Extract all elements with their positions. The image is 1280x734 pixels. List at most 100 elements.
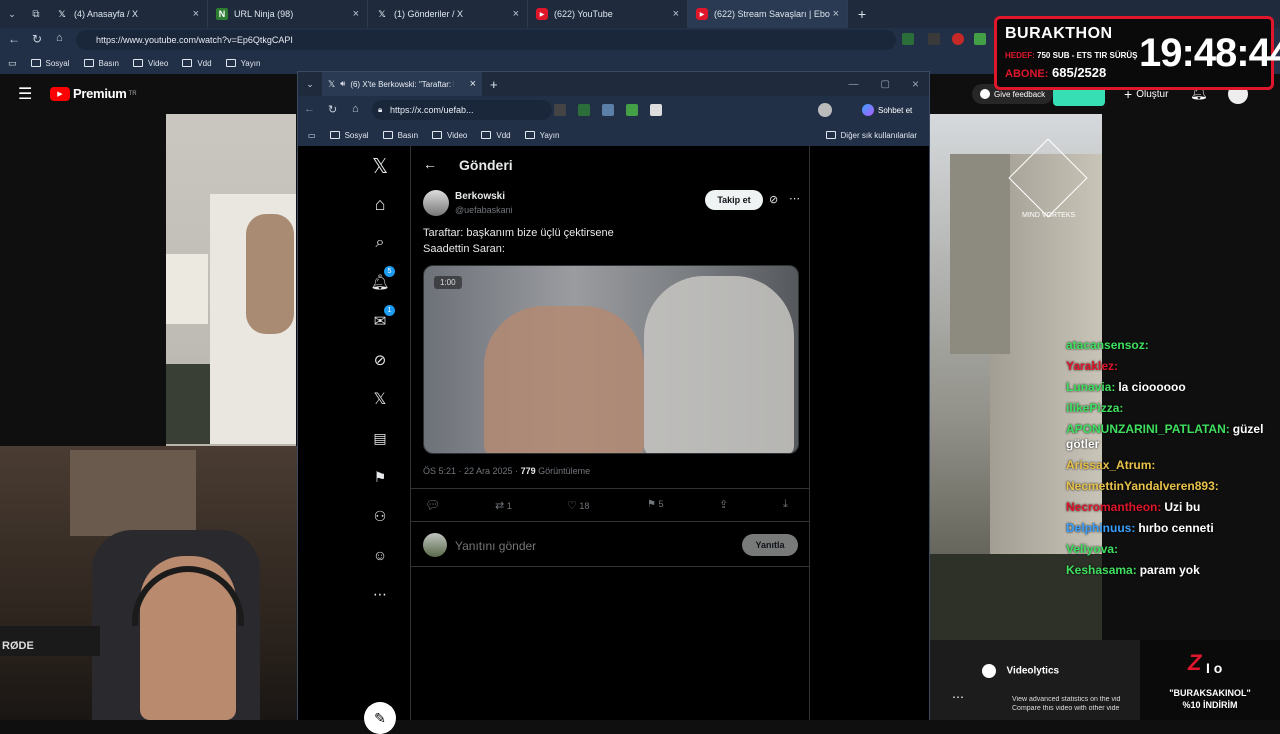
post-compose-button[interactable]: ✎ [364, 702, 396, 734]
nav-grok-icon[interactable]: ⊘ [368, 348, 392, 372]
close-icon[interactable]: × [513, 8, 519, 20]
bookmark-video[interactable]: Video [133, 59, 168, 68]
maximize-button[interactable]: ▢ [881, 79, 890, 90]
inner-url-field[interactable]: 🔒︎ https://x.com/uefab... [372, 100, 552, 120]
nav-communities-icon[interactable]: ⚇ [368, 504, 392, 528]
tweet-video[interactable]: 1:00 [423, 265, 799, 454]
window-close-button[interactable]: × [912, 77, 919, 91]
close-icon[interactable]: × [470, 78, 476, 90]
home-icon[interactable]: ⌂ [352, 103, 359, 115]
reload-icon[interactable]: ↻ [32, 32, 42, 46]
nav-more-icon[interactable]: ⋯ [368, 582, 392, 606]
bookmark-button[interactable]: ⚑ 5 [647, 499, 664, 510]
chat-username[interactable]: Yaraklez: [1066, 359, 1118, 373]
url-field[interactable]: https://www.youtube.com/watch?v=Ep6QtkgC… [76, 30, 896, 50]
close-icon[interactable]: × [833, 8, 839, 20]
hamburger-menu-icon[interactable]: ☰ [18, 84, 32, 104]
nav-profile-icon[interactable]: ☺ [368, 543, 392, 567]
back-icon[interactable]: ← [304, 103, 315, 115]
bookmark-basin[interactable]: Basın [382, 131, 418, 140]
extension-icon[interactable] [952, 33, 964, 45]
home-icon[interactable]: ⌂ [56, 32, 63, 44]
videolytics-card[interactable]: Videolytics [982, 662, 1059, 680]
back-arrow-icon[interactable]: ← [423, 156, 437, 172]
back-icon[interactable]: ← [8, 32, 20, 46]
bookmark-basin[interactable]: Basın [83, 59, 119, 68]
extension-icon[interactable] [928, 33, 940, 45]
bookmark-vdd[interactable]: Vdd [481, 131, 511, 140]
bookmark-sosyal[interactable]: Sosyal [30, 59, 70, 68]
nav-premium-icon[interactable]: 𝕏 [368, 387, 392, 411]
speaker-icon[interactable]: 🔊︎ [340, 79, 345, 89]
nav-explore-icon[interactable]: ⌕ [368, 231, 392, 255]
retweet-button[interactable]: ⇄ 1 [495, 499, 512, 512]
nav-lists-icon[interactable]: ▤ [368, 426, 392, 450]
more-options-icon[interactable]: ⋯ [952, 690, 964, 704]
close-icon[interactable]: × [193, 8, 199, 20]
extension-icon[interactable] [650, 104, 662, 116]
nav-messages-icon[interactable]: ✉ 1 [368, 305, 395, 333]
close-icon[interactable]: × [353, 8, 359, 20]
extension-icon[interactable] [602, 104, 614, 116]
like-button[interactable]: ♡ 18 [567, 499, 589, 512]
collections-icon[interactable]: ▭ [8, 58, 17, 69]
extension-icon[interactable] [578, 104, 590, 116]
wall-frames [70, 450, 196, 536]
new-tab-button[interactable]: + [848, 0, 876, 28]
outer-tab-4[interactable]: ▶ (622) YouTube × [528, 0, 688, 28]
copilot-button[interactable]: Sohbet et [862, 101, 912, 119]
bookmark-vdd[interactable]: Vdd [182, 59, 212, 68]
chat-username[interactable]: ilikePizza: [1066, 401, 1123, 415]
reply-input[interactable] [455, 535, 725, 557]
download-icon[interactable]: ⤓ [783, 498, 788, 511]
nav-bookmarks-icon[interactable]: ⚑ [368, 465, 392, 489]
new-tab-button[interactable]: + [490, 77, 498, 92]
videolytics-line2: Compare this video with other vide [1012, 705, 1120, 712]
chat-username[interactable]: Veliyova: [1066, 542, 1118, 556]
more-options-icon[interactable]: ⋯ [789, 192, 800, 205]
chat-username[interactable]: atacansensoz: [1066, 338, 1149, 352]
extension-icon[interactable] [902, 33, 914, 45]
tweet-timestamp[interactable]: ÖS 5:21 · 22 Ara 2025 · [423, 466, 521, 476]
chat-username[interactable]: Lunavia: [1066, 380, 1115, 394]
author-name[interactable]: Berkowski [455, 191, 505, 202]
tab-menu-button[interactable]: ⌄ [0, 0, 24, 28]
bookmark-yayin[interactable]: Yayın [524, 131, 559, 140]
x-home-logo[interactable]: 𝕏 [368, 154, 392, 178]
chat-username[interactable]: Necromantheon: [1066, 500, 1161, 514]
reply-icon[interactable]: 💬︎ [425, 498, 440, 512]
chat-username[interactable]: Arissax_Atrum: [1066, 458, 1155, 472]
chat-username[interactable]: Delphinuus: [1066, 521, 1135, 535]
tab-menu-button[interactable]: ⌄ [298, 79, 322, 90]
grok-icon[interactable]: ⊘ [769, 193, 778, 206]
author-handle[interactable]: @uefabaskani [455, 205, 513, 215]
nav-notifications-icon[interactable]: 🔔︎ 5 [368, 266, 395, 294]
tab-actions-icon[interactable]: ⧉ [24, 0, 48, 28]
profile-avatar[interactable] [818, 103, 832, 117]
reload-icon[interactable]: ↻ [328, 103, 337, 116]
share-icon[interactable]: ⇪ [719, 498, 728, 511]
bookmark-yayin[interactable]: Yayın [225, 59, 260, 68]
extension-icon[interactable] [626, 104, 638, 116]
follow-button[interactable]: Takip et [705, 190, 763, 210]
chat-username[interactable]: Keshasama: [1066, 563, 1137, 577]
bookmark-sosyal[interactable]: Sosyal [329, 131, 369, 140]
chat-username[interactable]: NecmettinYandalveren893: [1066, 479, 1219, 493]
youtube-logo[interactable]: ▶ Premium TR [50, 86, 137, 101]
collections-icon[interactable]: ▭ [308, 131, 316, 140]
outer-tab-5[interactable]: ▶ (622) Stream Savaşları | Ebo x Uzi × [688, 0, 848, 28]
outer-tab-3[interactable]: 𝕏 (1) Gönderiler / X × [368, 0, 528, 28]
nav-home-icon[interactable]: ⌂ [368, 192, 392, 216]
other-favorites[interactable]: Diğer sık kullanılanlar [825, 131, 917, 140]
bookmark-video[interactable]: Video [432, 131, 467, 140]
extension-icon[interactable] [554, 104, 566, 116]
inner-tab-active[interactable]: 𝕏 🔊︎ (6) X'te Berkowski: "Taraftar: b × [322, 72, 482, 96]
extension-icon[interactable] [974, 33, 986, 45]
outer-tab-2[interactable]: N URL Ninja (98) × [208, 0, 368, 28]
close-icon[interactable]: × [673, 8, 679, 20]
author-avatar[interactable] [423, 190, 449, 216]
outer-tab-1[interactable]: 𝕏 (4) Anasayfa / X × [48, 0, 208, 28]
minimize-button[interactable]: — [849, 79, 859, 90]
reply-button[interactable]: Yanıtla [742, 534, 798, 556]
chat-username[interactable]: APONUNZARINI_PATLATAN: [1066, 422, 1230, 436]
